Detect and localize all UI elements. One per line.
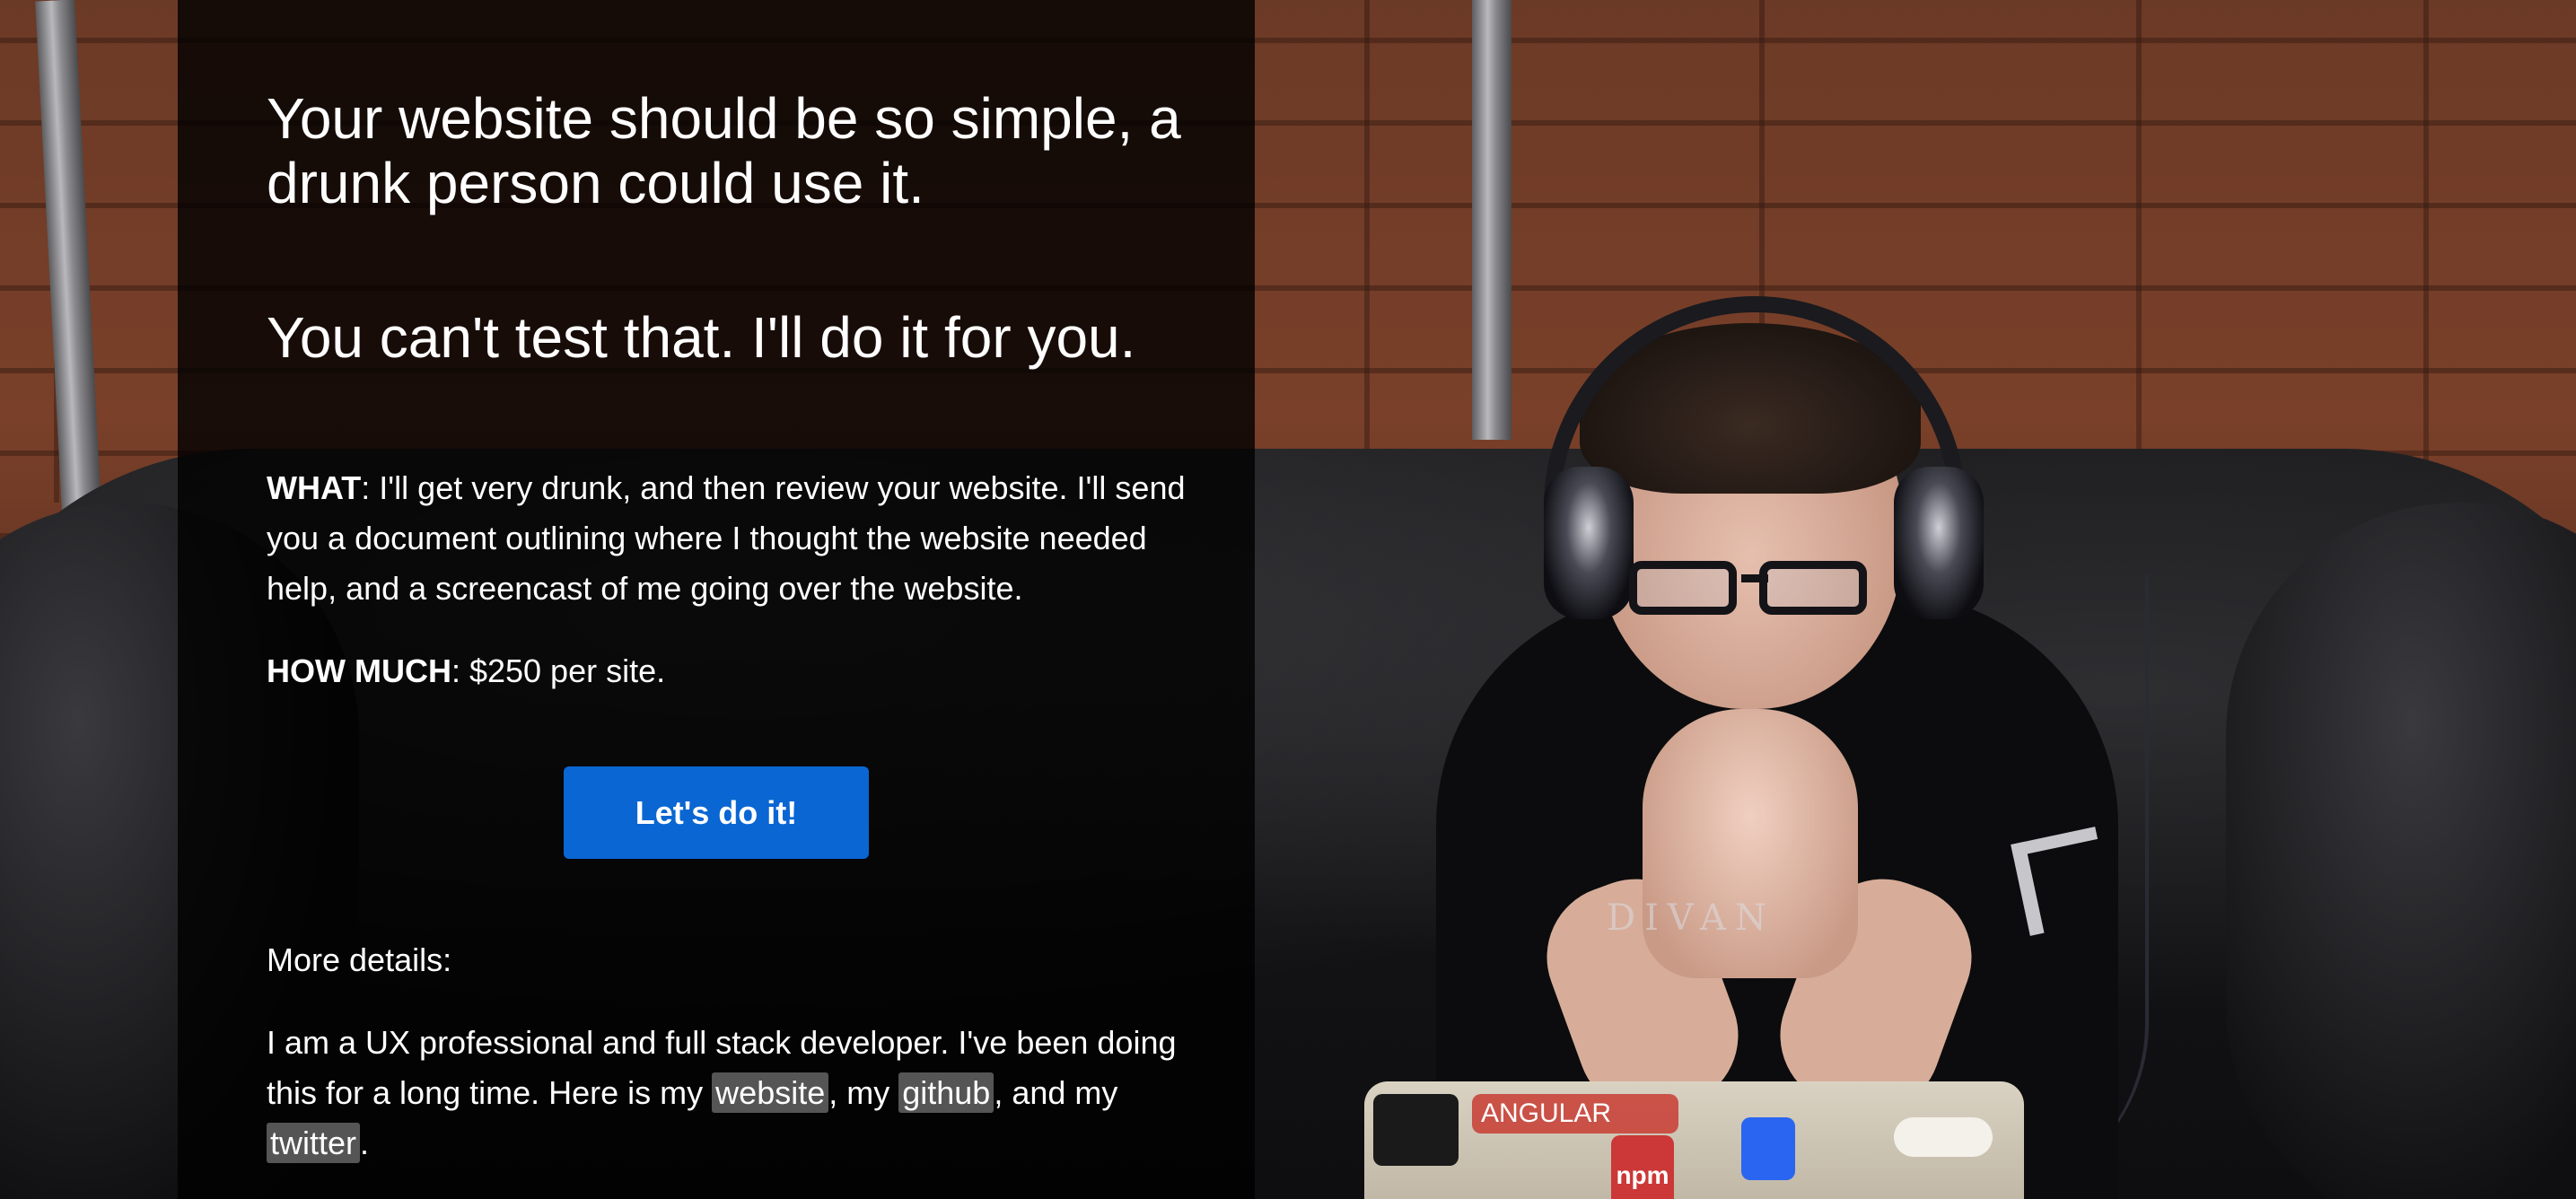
details-separator: , and my — [994, 1074, 1118, 1111]
details-end: . — [360, 1125, 370, 1161]
offer-how-much-label: HOW MUCH — [267, 652, 451, 689]
headphones-earcup-right — [1894, 467, 1984, 619]
offer-what: WHAT: I'll get very drunk, and then revi… — [267, 463, 1200, 614]
npm-sticker: npm — [1611, 1135, 1674, 1199]
glasses-lens-left — [1629, 561, 1737, 615]
offer-how-much-text: : $250 per site. — [451, 652, 666, 689]
details-separator: , my — [828, 1074, 899, 1111]
brick-joint — [1364, 0, 1370, 503]
glasses-bridge — [1741, 574, 1768, 582]
offer-what-label: WHAT — [267, 469, 362, 506]
sticker — [1373, 1094, 1459, 1166]
github-link[interactable]: github — [898, 1072, 994, 1113]
website-link[interactable]: website — [712, 1072, 829, 1113]
lets-do-it-button[interactable]: Let's do it! — [564, 766, 869, 859]
twitter-link[interactable]: twitter — [267, 1123, 361, 1163]
brick-joint — [2136, 0, 2142, 503]
offer-what-text: : I'll get very drunk, and then review y… — [267, 469, 1186, 607]
couch-arm — [2226, 503, 2576, 1199]
sticker — [1894, 1117, 1993, 1157]
offer-how-much: HOW MUCH: $250 per site. — [267, 646, 1200, 696]
laptop-lid: ANGULAR npm — [1364, 1081, 2024, 1199]
details-heading: More details: — [267, 941, 452, 978]
headline-primary: Your website should be so simple, a drun… — [267, 86, 1181, 215]
css3-sticker — [1741, 1117, 1795, 1180]
headline-secondary: You can't test that. I'll do it for you. — [267, 305, 1136, 370]
angular-sticker: ANGULAR — [1472, 1094, 1678, 1133]
brick-joint — [2423, 0, 2429, 503]
wall-pipe — [1472, 0, 1511, 440]
headphones-earcup-left — [1544, 467, 1634, 619]
details-paragraph: I am a UX professional and full stack de… — [267, 1018, 1200, 1168]
shirt-print: DIVAN — [1607, 897, 1775, 939]
glasses-lens-right — [1759, 561, 1867, 615]
